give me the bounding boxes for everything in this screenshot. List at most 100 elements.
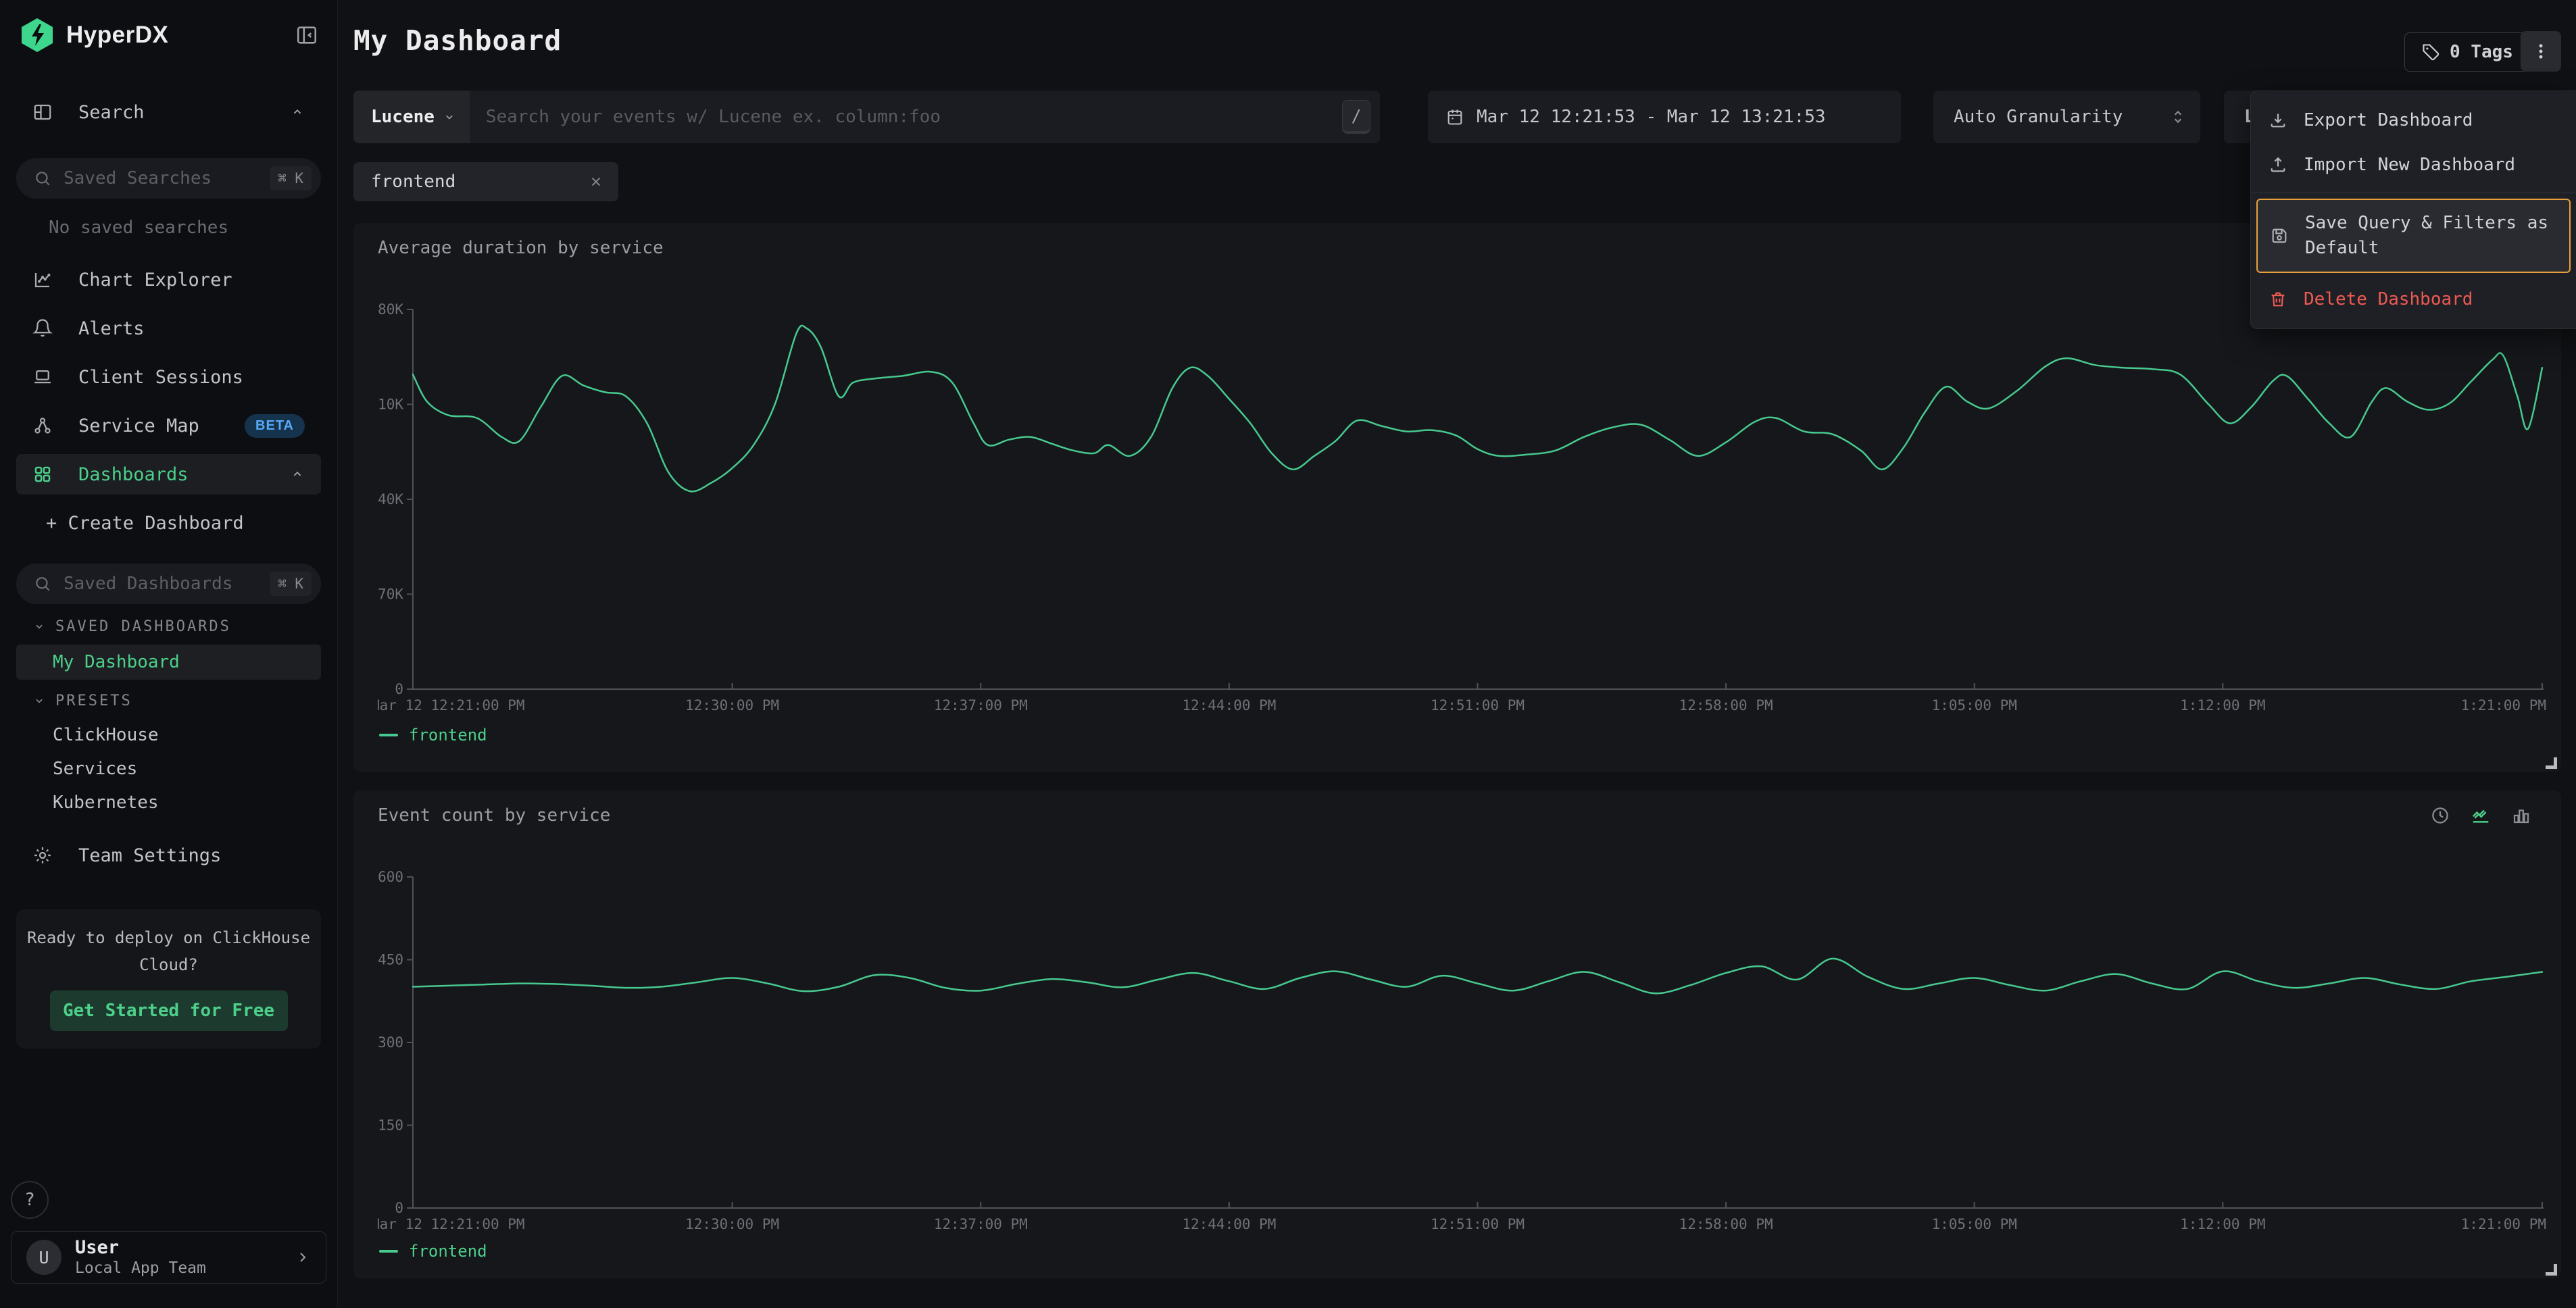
svg-text:1:21:00 PM: 1:21:00 PM bbox=[2461, 697, 2546, 713]
user-name: User bbox=[75, 1237, 206, 1259]
svg-text:12:37:00 PM: 12:37:00 PM bbox=[934, 1216, 1028, 1232]
panel-resize-handle[interactable] bbox=[2546, 757, 2557, 769]
svg-text:12:44:00 PM: 12:44:00 PM bbox=[1182, 1216, 1276, 1232]
chart-title: Average duration by service bbox=[378, 238, 664, 258]
event-search-input[interactable] bbox=[470, 107, 1342, 127]
help-button[interactable]: ? bbox=[11, 1181, 49, 1219]
chevron-up-icon bbox=[290, 105, 305, 120]
sidebar-item-label: Dashboards bbox=[78, 464, 189, 485]
line-chart: 0150300450600Mar 12 12:21:00 PM12:30:00 … bbox=[378, 865, 2548, 1239]
query-language-select[interactable]: Lucene bbox=[353, 91, 470, 143]
chart-toolbar bbox=[2430, 805, 2531, 826]
menu-item-export-dashboard[interactable]: Export Dashboard bbox=[2251, 98, 2576, 143]
filter-row: Lucene / Mar 12 12:21:53 - Mar 12 13:21:… bbox=[353, 91, 2561, 143]
svg-text:210K: 210K bbox=[378, 397, 403, 413]
sidebar-item-client-sessions[interactable]: Client Sessions bbox=[16, 357, 321, 397]
chevron-down-icon bbox=[32, 620, 46, 633]
sidebar-item-label: Search bbox=[78, 102, 145, 123]
no-saved-searches-text: No saved searches bbox=[49, 218, 337, 238]
create-dashboard-label: + Create Dashboard bbox=[46, 513, 244, 534]
menu-item-delete-dashboard[interactable]: Delete Dashboard bbox=[2251, 277, 2576, 322]
dashboard-context-menu: Export Dashboard Import New Dashboard Sa… bbox=[2250, 91, 2576, 329]
date-range-picker[interactable]: Mar 12 12:21:53 - Mar 12 13:21:53 bbox=[1428, 91, 1901, 143]
sidebar-item-clickhouse[interactable]: ClickHouse bbox=[16, 719, 321, 751]
app-title: HyperDX bbox=[66, 22, 168, 49]
legend-dash-icon bbox=[379, 734, 398, 736]
laptop-icon bbox=[32, 367, 53, 387]
dashboard-menu-button[interactable] bbox=[2521, 31, 2561, 72]
magnifier-icon bbox=[34, 170, 51, 187]
sidebar-item-chart-explorer[interactable]: Chart Explorer bbox=[16, 259, 321, 300]
sidebar-item-service-map[interactable]: Service Map BETA bbox=[16, 405, 321, 446]
main-content: My Dashboard 0 Tags Lucene / bbox=[338, 0, 2576, 1308]
saved-dashboards-search[interactable]: ⌘ K bbox=[16, 563, 321, 604]
svg-text:12:58:00 PM: 12:58:00 PM bbox=[1679, 697, 1773, 713]
event-search-bar: Lucene / bbox=[353, 91, 1380, 143]
svg-text:1:21:00 PM: 1:21:00 PM bbox=[2461, 1216, 2546, 1232]
filter-chip-frontend[interactable]: frontend bbox=[353, 162, 618, 201]
svg-text:Mar 12 12:21:00 PM: Mar 12 12:21:00 PM bbox=[378, 1216, 525, 1232]
sidebar-item-label: Team Settings bbox=[78, 845, 221, 866]
question-mark-icon: ? bbox=[24, 1190, 35, 1210]
time-range-icon[interactable] bbox=[2430, 805, 2450, 826]
svg-text:70K: 70K bbox=[378, 586, 403, 603]
sidebar-item-team-settings[interactable]: Team Settings bbox=[16, 835, 321, 876]
panel-resize-handle[interactable] bbox=[2546, 1264, 2557, 1276]
search-panel-icon bbox=[32, 102, 53, 122]
service-map-icon bbox=[32, 416, 53, 436]
sidebar-item-search[interactable]: Search bbox=[16, 92, 321, 132]
select-chevrons-icon bbox=[2169, 108, 2187, 126]
svg-text:150: 150 bbox=[378, 1117, 403, 1134]
dashboards-grid-icon bbox=[32, 464, 53, 484]
sidebar-item-label: Chart Explorer bbox=[78, 270, 232, 291]
get-started-button[interactable]: Get Started for Free bbox=[50, 990, 288, 1031]
download-icon bbox=[2269, 111, 2287, 130]
chevron-right-icon bbox=[295, 1249, 311, 1265]
chevron-down-icon bbox=[32, 694, 46, 707]
menu-item-save-query-default[interactable]: Save Query & Filters as Default bbox=[2256, 199, 2571, 273]
line-chart-type-icon[interactable] bbox=[2471, 805, 2491, 826]
section-saved-dashboards[interactable]: SAVED DASHBOARDS bbox=[16, 615, 321, 638]
tags-button[interactable]: 0 Tags bbox=[2404, 32, 2530, 72]
svg-text:1:12:00 PM: 1:12:00 PM bbox=[2180, 1216, 2265, 1232]
sidebar-item-label: Client Sessions bbox=[78, 367, 243, 388]
svg-text:280K: 280K bbox=[378, 301, 403, 318]
beta-badge: BETA bbox=[245, 414, 305, 438]
sidebar-item-alerts[interactable]: Alerts bbox=[16, 308, 321, 349]
menu-item-import-dashboard[interactable]: Import New Dashboard bbox=[2251, 143, 2576, 187]
tag-icon bbox=[2421, 43, 2440, 61]
legend-label: frontend bbox=[409, 726, 487, 745]
sidebar-item-my-dashboard[interactable]: My Dashboard bbox=[16, 645, 321, 680]
user-menu[interactable]: U User Local App Team bbox=[11, 1231, 326, 1284]
svg-text:0: 0 bbox=[395, 1200, 403, 1216]
page-title: My Dashboard bbox=[353, 24, 562, 57]
svg-text:0: 0 bbox=[395, 681, 403, 697]
sidebar-item-kubernetes[interactable]: Kubernetes bbox=[16, 786, 321, 819]
section-presets[interactable]: PRESETS bbox=[16, 689, 321, 712]
svg-text:450: 450 bbox=[378, 952, 403, 968]
logo-row: HyperDX bbox=[0, 0, 337, 70]
avatar: U bbox=[26, 1240, 61, 1275]
collapse-sidebar-icon[interactable] bbox=[295, 24, 318, 47]
sidebar-item-services[interactable]: Services bbox=[16, 753, 321, 785]
bar-chart-type-icon[interactable] bbox=[2511, 805, 2531, 826]
close-icon[interactable] bbox=[589, 174, 603, 189]
svg-text:12:51:00 PM: 12:51:00 PM bbox=[1431, 1216, 1525, 1232]
svg-text:12:44:00 PM: 12:44:00 PM bbox=[1182, 697, 1276, 713]
svg-text:12:58:00 PM: 12:58:00 PM bbox=[1679, 1216, 1773, 1232]
svg-text:1:05:00 PM: 1:05:00 PM bbox=[1931, 697, 2016, 713]
saved-dashboards-input[interactable] bbox=[64, 574, 270, 594]
line-chart: 070K140K210K280KMar 12 12:21:00 PM12:30:… bbox=[378, 297, 2548, 720]
create-dashboard-button[interactable]: + Create Dashboard bbox=[16, 503, 321, 543]
sidebar-item-label: Alerts bbox=[78, 318, 145, 339]
svg-text:300: 300 bbox=[378, 1034, 403, 1051]
filter-chip-label: frontend bbox=[371, 172, 455, 192]
chevron-down-icon bbox=[443, 110, 456, 124]
saved-searches-search[interactable]: ⌘ K bbox=[16, 158, 321, 199]
svg-text:Mar 12 12:21:00 PM: Mar 12 12:21:00 PM bbox=[378, 697, 525, 713]
calendar-icon bbox=[1445, 107, 1464, 126]
granularity-select[interactable]: Auto Granularity bbox=[1933, 91, 2200, 143]
saved-searches-input[interactable] bbox=[64, 168, 270, 188]
chevron-up-icon bbox=[290, 467, 305, 482]
sidebar-item-dashboards[interactable]: Dashboards bbox=[16, 454, 321, 495]
